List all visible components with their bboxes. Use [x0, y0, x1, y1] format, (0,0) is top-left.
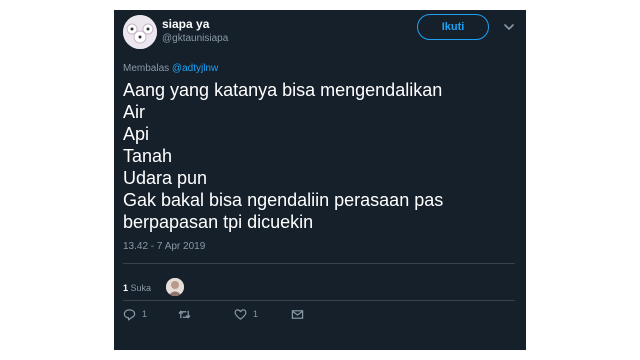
likes-word: Suka: [130, 283, 152, 293]
follow-button[interactable]: Ikuti: [417, 14, 489, 40]
avatar[interactable]: [123, 15, 157, 49]
envelope-icon: [291, 309, 304, 319]
reply-to-link[interactable]: @adtyjlnw: [172, 63, 218, 74]
divider: [123, 263, 515, 264]
reply-icon: [123, 308, 136, 320]
tweet-text-line: Api: [123, 124, 150, 144]
chevron-down-icon[interactable]: [502, 20, 516, 34]
tweet-text-line: Air: [123, 102, 145, 122]
reply-prefix: Membalas: [123, 63, 170, 74]
like-button[interactable]: 1: [234, 306, 258, 322]
reply-button[interactable]: 1: [123, 306, 147, 322]
tweet-text-line: berpapasan tpi dicuekin: [123, 212, 314, 232]
likes-number: 1: [123, 283, 129, 293]
reply-count: 1: [142, 309, 148, 319]
avatar-image: [123, 15, 157, 49]
like-count: 1: [253, 309, 259, 319]
retweet-button[interactable]: [178, 306, 197, 322]
divider: [123, 300, 515, 301]
retweet-icon: [178, 309, 191, 319]
timestamp[interactable]: 13.42 - 7 Apr 2019: [123, 241, 205, 252]
heart-icon: [234, 308, 247, 320]
user-handle[interactable]: @gktaunisiapa: [162, 33, 228, 44]
tweet-text-line: Gak bakal bisa ngendaliin perasaan pas: [123, 190, 444, 210]
tweet-card: siapa ya @gktaunisiapa Ikuti Membalas @a…: [114, 10, 526, 350]
tweet-text: Aang yang katanya bisa mengendalikan Air…: [123, 79, 518, 233]
likes-count[interactable]: 1 Suka: [123, 283, 151, 293]
tweet-text-line: Tanah: [123, 146, 173, 166]
reply-context: Membalas @adtyjlnw: [123, 63, 218, 74]
tweet-text-line: Aang yang katanya bisa mengendalikan: [123, 80, 443, 100]
display-name[interactable]: siapa ya: [162, 17, 209, 31]
liker-avatar[interactable]: [166, 278, 184, 296]
message-button[interactable]: [291, 306, 304, 322]
tweet-text-line: Udara pun: [123, 168, 208, 188]
